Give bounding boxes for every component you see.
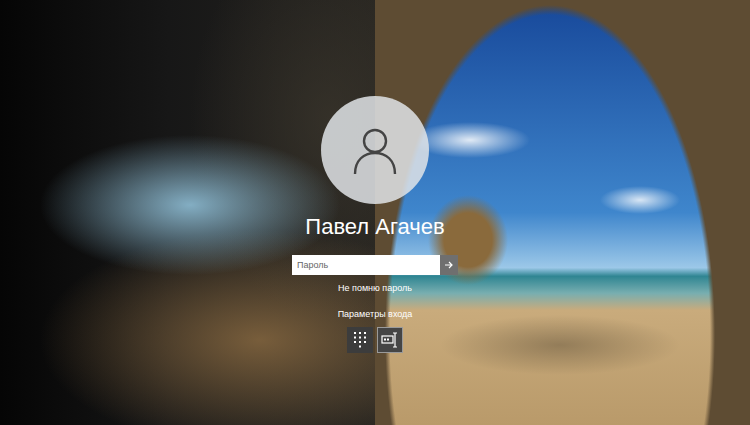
sign-in-option[interactable] (377, 327, 403, 353)
password-field-group (292, 255, 458, 275)
user-avatar (321, 96, 429, 204)
person-icon (347, 122, 403, 178)
password-icon (381, 332, 399, 348)
sign-in-options (347, 327, 403, 353)
user-name: Павел Агачев (305, 214, 444, 240)
password-input[interactable] (292, 255, 440, 275)
submit-button[interactable] (440, 255, 458, 275)
sign-in-option[interactable] (347, 327, 373, 353)
login-panel: Павел Агачев Не помню пароль Параметры вхо… (0, 96, 750, 353)
forgot-password-link[interactable]: Не помню пароль (338, 283, 412, 295)
sign-in-options-label: Параметры входа (338, 309, 413, 321)
pin-keypad-icon (352, 331, 368, 349)
lock-screen: Павел Агачев Не помню пароль Параметры вхо… (0, 0, 750, 425)
arrow-icon (444, 260, 454, 270)
